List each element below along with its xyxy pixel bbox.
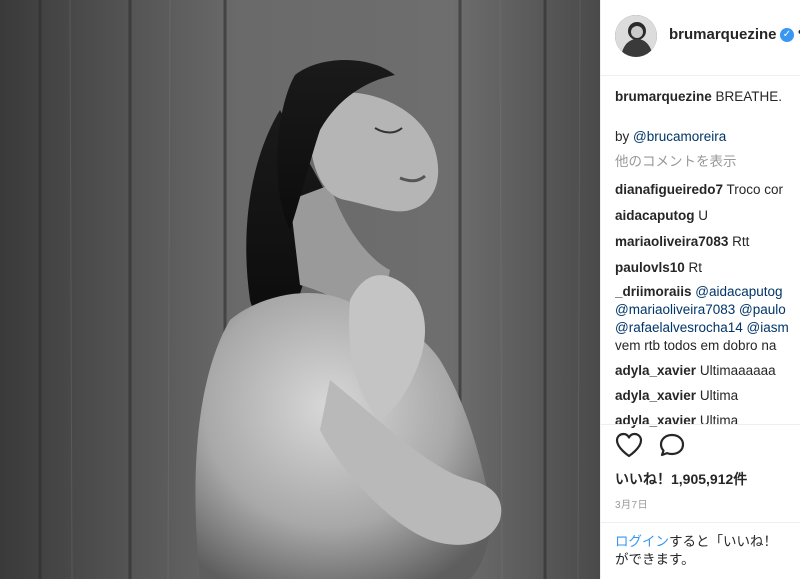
comment-item: aidacaputog U [615, 207, 708, 225]
comment-list: brumarquezine BREATHE. by @brucamoreira … [615, 88, 800, 428]
comment-text: U [694, 208, 709, 223]
post-header: brumarquezine ✓ • [601, 0, 800, 76]
view-more-comments-link[interactable]: 他のコメントを表示 [615, 153, 737, 171]
post-date[interactable]: 3月7日 [615, 496, 648, 511]
comment-username[interactable]: adyla_xavier [615, 388, 696, 403]
comment-username[interactable]: adyla_xavier [615, 363, 696, 378]
comment-username[interactable]: dianafigueiredo7 [615, 182, 723, 197]
header-username[interactable]: brumarquezine [669, 26, 777, 43]
post-side-panel: brumarquezine ✓ • brumarquezine BREATHE.… [600, 0, 800, 579]
comment-text: Ultimaaaaaa [696, 363, 776, 378]
actions-divider [601, 424, 800, 426]
avatar[interactable] [615, 15, 657, 57]
credit-mention-link[interactable]: @brucamoreira [633, 129, 726, 144]
login-prompt-suffix: すると「いいね！ [669, 534, 777, 549]
likes-count[interactable]: いいね！1,905,912件 [615, 469, 747, 489]
login-prompt-line2: ができます。 [615, 552, 695, 567]
comment-bubble-icon [659, 433, 685, 457]
credit-prefix: by [615, 129, 634, 144]
verified-badge-icon: ✓ [780, 28, 794, 42]
comment-mention-link[interactable]: @rafaelalvesrocha14 @iasm [615, 319, 789, 337]
caption-text: BREATHE. [711, 89, 783, 104]
heart-outline-icon [615, 432, 643, 458]
comment-text: Troco cor [723, 182, 784, 197]
comment-username[interactable]: _driimoraiis [615, 284, 692, 299]
comment-username[interactable]: mariaoliveira7083 [615, 234, 728, 249]
comment-text: Rtt [728, 234, 750, 249]
post-photo[interactable] [0, 0, 600, 579]
instagram-post-view: brumarquezine ✓ • brumarquezine BREATHE.… [0, 0, 800, 579]
comment-username[interactable]: aidacaputog [615, 208, 695, 223]
comment-text: Rt [684, 260, 703, 275]
comment-button[interactable] [658, 432, 686, 458]
comment-item: paulovls10 Rt [615, 259, 702, 277]
comment-text: vem rtb todos em dobro na [615, 338, 777, 353]
caption-username[interactable]: brumarquezine [615, 89, 712, 104]
comment-item: dianafigueiredo7 Troco cor [615, 181, 783, 199]
login-link[interactable]: ログイン [615, 534, 669, 549]
comment-mention-link[interactable]: @aidacaputog [692, 284, 782, 299]
post-photo-image [0, 0, 600, 579]
comment-item: mariaoliveira7083 Rtt [615, 233, 749, 251]
login-prompt: ログインすると「いいね！ ができます。 [601, 522, 800, 579]
caption: brumarquezine BREATHE. [615, 88, 782, 106]
comment-username[interactable]: paulovls10 [615, 260, 685, 275]
comment-item: adyla_xavier Ultima [615, 387, 738, 405]
comment-item: _driimoraiis @aidacaputog [615, 283, 783, 301]
comment-item: adyla_xavier Ultimaaaaaa [615, 362, 776, 380]
comment-text: Ultima [696, 388, 739, 403]
login-prompt-text: ログインすると「いいね！ ができます。 [615, 533, 800, 569]
comment-mention-link[interactable]: @mariaoliveira7083 @paulo [615, 301, 786, 319]
like-button[interactable] [615, 432, 643, 458]
avatar-image [615, 15, 657, 57]
caption-credit: by @brucamoreira [615, 128, 726, 146]
